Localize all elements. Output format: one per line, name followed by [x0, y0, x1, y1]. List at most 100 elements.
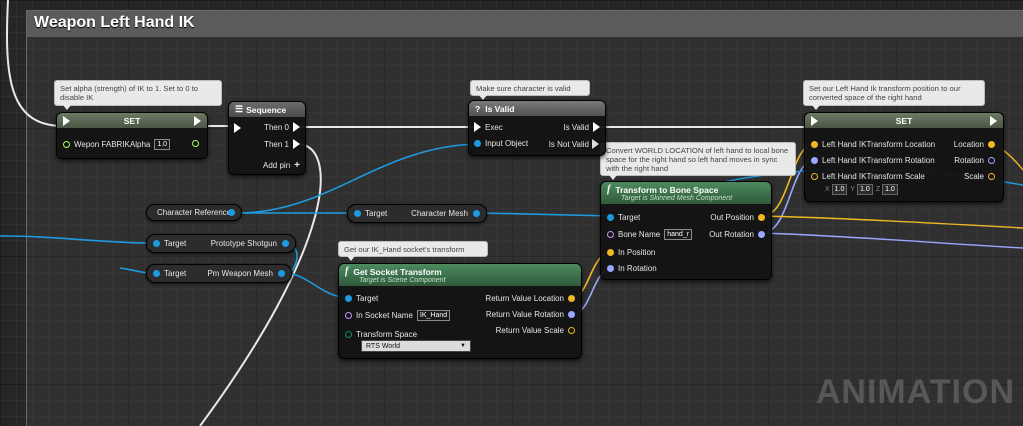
exec-out-hollow-icon: [592, 139, 600, 149]
scale-z-input[interactable]: 1.0: [882, 184, 898, 195]
set-left-rotation-out[interactable]: Rotation: [954, 156, 995, 165]
is-valid-input-object[interactable]: Input Object: [474, 139, 528, 148]
transform-to-bone-space-node[interactable]: f Transform to Bone Space Target is Skin…: [600, 181, 772, 280]
transform-space-dropdown[interactable]: RTS World ▼: [361, 340, 471, 352]
is-valid-true-out[interactable]: Is Valid: [563, 122, 600, 132]
set-left-rotation-in[interactable]: Left Hand IKTransform Rotation: [811, 156, 935, 165]
transform-bone-name-label: Bone Name: [618, 230, 661, 239]
character-reference-node[interactable]: Character Reference: [146, 204, 242, 221]
get-socket-target[interactable]: Target: [345, 294, 378, 303]
set-alpha-node[interactable]: SET Wepon FABRIKAlpha 1.0: [56, 112, 208, 159]
rotator-pin-icon: [811, 157, 818, 164]
is-valid-node-title: Is Valid: [485, 103, 515, 114]
set-alpha-node-header[interactable]: SET: [57, 113, 207, 128]
scale-x-label: X: [825, 186, 830, 193]
character-mesh-node[interactable]: Target Character Mesh: [347, 204, 487, 223]
enum-pin-icon: [345, 331, 352, 338]
set-alpha-node-title: SET: [123, 115, 141, 126]
set-left-location-in[interactable]: Left Hand IKTransform Location: [811, 140, 935, 149]
object-pin-icon: [607, 214, 614, 221]
scale-z-field[interactable]: Z 1.0: [876, 184, 898, 195]
transform-bone-out-position[interactable]: Out Position: [710, 213, 765, 222]
set-alpha-pin-label: Wepon FABRIKAlpha: [74, 140, 151, 149]
in-position-label: In Position: [618, 248, 656, 257]
sequence-add-pin-button[interactable]: Add pin +: [263, 160, 300, 171]
set-alpha-exec-in[interactable]: [63, 116, 70, 126]
set-left-exec-out[interactable]: [990, 116, 997, 126]
prototype-shotgun-label: Prototype Shotgun: [210, 239, 277, 248]
get-socket-target-label: Target: [356, 294, 379, 303]
set-left-scale-in[interactable]: Left Hand IKTransform Scale: [811, 172, 925, 181]
set-left-exec-in[interactable]: [811, 116, 818, 126]
set-left-hand-node-header[interactable]: SET: [805, 113, 1003, 128]
is-valid-node-header[interactable]: ? Is Valid: [469, 101, 605, 116]
transform-bone-in-position[interactable]: In Position: [607, 248, 655, 257]
object-out-pin-icon[interactable]: [228, 209, 235, 216]
transform-bone-in-rotation[interactable]: In Rotation: [607, 264, 657, 273]
exec-out-icon: [593, 122, 600, 132]
in-socket-name-label: In Socket Name: [356, 311, 413, 320]
bone-name-input[interactable]: hand_r: [664, 229, 693, 240]
animation-watermark: ANIMATION: [815, 373, 1015, 411]
get-socket-ret-scale[interactable]: Return Value Scale: [496, 326, 575, 335]
set-left-scale-fields: X 1.0 Y 1.0 Z 1.0: [825, 184, 898, 195]
scale-x-field[interactable]: X 1.0: [825, 184, 848, 195]
transform-bone-title: Transform to Bone Space: [615, 184, 719, 195]
get-socket-transform-space[interactable]: Transform Space: [345, 330, 417, 339]
object-out-pin-icon[interactable]: [282, 240, 289, 247]
transform-bone-name[interactable]: Bone Name hand_r: [607, 229, 693, 240]
chevron-down-icon: ▼: [460, 343, 466, 349]
transform-bone-header[interactable]: f Transform to Bone Space Target is Skin…: [601, 182, 771, 204]
object-pin-icon[interactable]: [153, 240, 160, 247]
set-alpha-value-input[interactable]: 1.0: [154, 139, 171, 150]
set-left-location-in-label: Left Hand IKTransform Location: [822, 140, 936, 149]
is-valid-exec-in[interactable]: Exec: [474, 122, 503, 132]
object-pin-icon[interactable]: [354, 210, 361, 217]
blueprint-graph[interactable]: Weapon Left Hand IK Set alpha (strength)…: [0, 0, 1023, 426]
get-socket-ret-rotation[interactable]: Return Value Rotation: [486, 310, 575, 319]
transform-bone-target-label: Target: [618, 213, 641, 222]
exec-in-icon: [811, 116, 818, 126]
name-pin-icon: [345, 312, 352, 319]
set-alpha-value-out[interactable]: [192, 140, 199, 147]
get-socket-header[interactable]: f Get Socket Transform Target is Scene C…: [339, 264, 581, 286]
sequence-then0[interactable]: Then 0: [264, 122, 300, 132]
object-out-pin-icon[interactable]: [473, 210, 480, 217]
set-left-scale-out[interactable]: Scale: [964, 172, 995, 181]
socket-name-input[interactable]: IK_Hand: [416, 310, 451, 321]
is-valid-node[interactable]: ? Is Valid Exec Input Object Is Valid Is…: [468, 100, 606, 156]
set-alpha-exec-out[interactable]: [194, 116, 201, 126]
object-pin-icon[interactable]: [153, 270, 160, 277]
set-left-scale-in-label: Left Hand IKTransform Scale: [822, 172, 925, 181]
scale-y-field[interactable]: Y 1.0: [850, 184, 873, 195]
set-alpha-value-pin[interactable]: Wepon FABRIKAlpha 1.0: [63, 139, 171, 150]
scale-x-input[interactable]: 1.0: [831, 184, 848, 195]
get-socket-subtitle: Target is Scene Component: [359, 277, 446, 284]
exec-in-icon: [234, 123, 241, 133]
sequence-node[interactable]: ☰ Sequence Then 0 Then 1 Add pin +: [228, 101, 306, 175]
get-socket-transform-node[interactable]: f Get Socket Transform Target is Scene C…: [338, 263, 582, 359]
ret-rotation-label: Return Value Rotation: [485, 310, 564, 319]
comment-bubble-is-valid: Make sure character is valid: [470, 80, 590, 100]
pm-weapon-mesh-node[interactable]: Target Pm Weapon Mesh: [146, 264, 292, 283]
is-valid-input-object-label: Input Object: [485, 139, 529, 148]
vector-out-hollow-pin-icon: [568, 327, 575, 334]
set-left-location-out[interactable]: Location: [954, 140, 995, 149]
vector-out-hollow-pin-icon: [988, 173, 995, 180]
set-left-scale-out-label: Scale: [963, 172, 984, 181]
set-left-hand-node[interactable]: SET Left Hand IKTransform Location Left …: [804, 112, 1004, 202]
is-valid-false-out[interactable]: Is Not Valid: [549, 139, 600, 149]
sequence-then1[interactable]: Then 1: [264, 139, 300, 149]
prototype-shotgun-node[interactable]: Target Prototype Shotgun: [146, 234, 296, 253]
transform-bone-target[interactable]: Target: [607, 213, 640, 222]
object-wire-left-1: [0, 235, 153, 244]
transform-bone-out-rotation[interactable]: Out Rotation: [709, 230, 765, 239]
sequence-node-header[interactable]: ☰ Sequence: [229, 102, 305, 117]
question-icon: ?: [475, 103, 481, 114]
get-socket-name[interactable]: In Socket Name IK_Hand: [345, 310, 451, 321]
object-out-pin-icon[interactable]: [278, 270, 285, 277]
scale-y-input[interactable]: 1.0: [857, 184, 873, 195]
ret-location-label: Return Value Location: [485, 294, 564, 303]
get-socket-ret-location[interactable]: Return Value Location: [485, 294, 575, 303]
sequence-exec-in[interactable]: [234, 123, 241, 133]
